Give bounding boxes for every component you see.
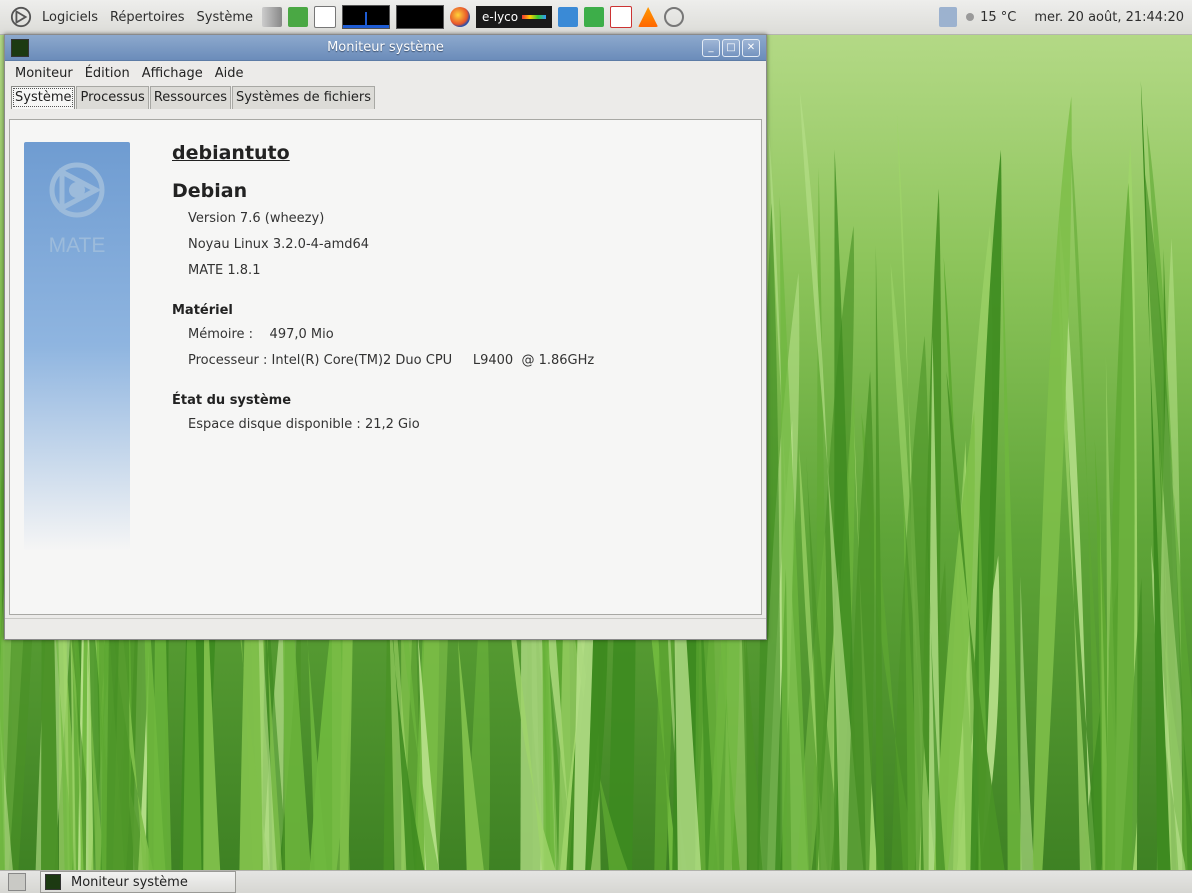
menu-logiciels[interactable]: Logiciels	[36, 10, 104, 25]
tab-ressources[interactable]: Ressources	[149, 86, 231, 109]
calc-icon[interactable]	[584, 7, 605, 27]
mate-logo-icon[interactable]	[10, 6, 32, 28]
desktop-version: MATE 1.8.1	[188, 263, 261, 278]
volume-icon[interactable]	[262, 7, 283, 27]
tab-bar: Système Processus Ressources Systèmes de…	[5, 85, 766, 109]
logout-icon[interactable]	[288, 7, 309, 27]
clock[interactable]: mer. 20 août, 21:44:20	[1034, 10, 1184, 25]
chart-icon[interactable]	[610, 6, 633, 28]
network-icon[interactable]	[664, 7, 685, 27]
cpu-monitor-applet[interactable]	[342, 5, 391, 29]
writer-icon[interactable]	[558, 7, 579, 27]
device-icon[interactable]	[314, 6, 337, 28]
maximize-button[interactable]: □	[722, 38, 740, 57]
tab-processus[interactable]: Processus	[76, 86, 149, 109]
vlc-icon[interactable]	[638, 7, 659, 27]
hostname: debiantuto	[172, 142, 290, 164]
mate-logo-text: MATE	[48, 234, 106, 257]
window-title: Moniteur système	[327, 40, 444, 55]
tab-systemes-de-fichiers[interactable]: Systèmes de fichiers	[231, 86, 376, 109]
menu-repertoires[interactable]: Répertoires	[104, 10, 191, 25]
menu-systeme[interactable]: Système	[191, 10, 259, 25]
bottom-panel: Moniteur système	[0, 870, 1192, 893]
system-monitor-window: Moniteur système _ □ ✕ Moniteur Édition …	[4, 34, 767, 640]
grass-blade	[1000, 172, 1023, 892]
memory-info: Mémoire : 497,0 Mio	[188, 327, 334, 342]
menu-edition[interactable]: Édition	[79, 66, 136, 81]
disk-space-info: Espace disque disponible : 21,2 Gio	[188, 417, 420, 432]
distro-name: Debian	[172, 180, 248, 202]
menu-affichage[interactable]: Affichage	[136, 66, 209, 81]
system-monitor-icon	[45, 874, 61, 890]
show-desktop-icon[interactable]	[8, 873, 26, 891]
top-panel: Logiciels Répertoires Système e-lyco 15 …	[0, 0, 1192, 35]
minimize-button[interactable]: _	[702, 38, 720, 57]
close-button[interactable]: ✕	[742, 38, 760, 57]
menu-aide[interactable]: Aide	[209, 66, 250, 81]
tab-systeme[interactable]: Système	[11, 86, 76, 109]
net-monitor-applet[interactable]	[396, 5, 445, 29]
distro-version: Version 7.6 (wheezy)	[188, 211, 325, 226]
title-bar[interactable]: Moniteur système _ □ ✕	[5, 35, 766, 61]
mate-logo-icon	[49, 162, 105, 218]
system-tab-panel: MATE debiantuto Debian Version 7.6 (whee…	[9, 119, 762, 615]
firefox-icon[interactable]	[450, 7, 471, 27]
taskbar-item-system-monitor[interactable]: Moniteur système	[40, 871, 236, 893]
status-bar	[5, 618, 766, 639]
hardware-heading: Matériel	[172, 303, 233, 318]
weather-temperature[interactable]: 15 °C	[980, 10, 1016, 25]
system-info: debiantuto Debian Version 7.6 (wheezy) N…	[172, 142, 594, 438]
menubar: Moniteur Édition Affichage Aide	[5, 61, 766, 85]
elyco-launcher[interactable]: e-lyco	[476, 6, 553, 28]
grass-blade	[875, 246, 885, 892]
elyco-label: e-lyco	[482, 10, 519, 24]
kernel-version: Noyau Linux 3.2.0-4-amd64	[188, 237, 370, 252]
clipboard-icon[interactable]	[939, 7, 958, 27]
taskbar-item-label: Moniteur système	[71, 874, 188, 890]
status-heading: État du système	[172, 393, 292, 408]
mate-side-banner: MATE	[24, 142, 130, 550]
weather-icon	[966, 13, 975, 21]
processor-info: Processeur : Intel(R) Core(TM)2 Duo CPU …	[188, 353, 595, 368]
grass-blade	[1032, 96, 1072, 892]
menu-moniteur[interactable]: Moniteur	[9, 66, 79, 81]
